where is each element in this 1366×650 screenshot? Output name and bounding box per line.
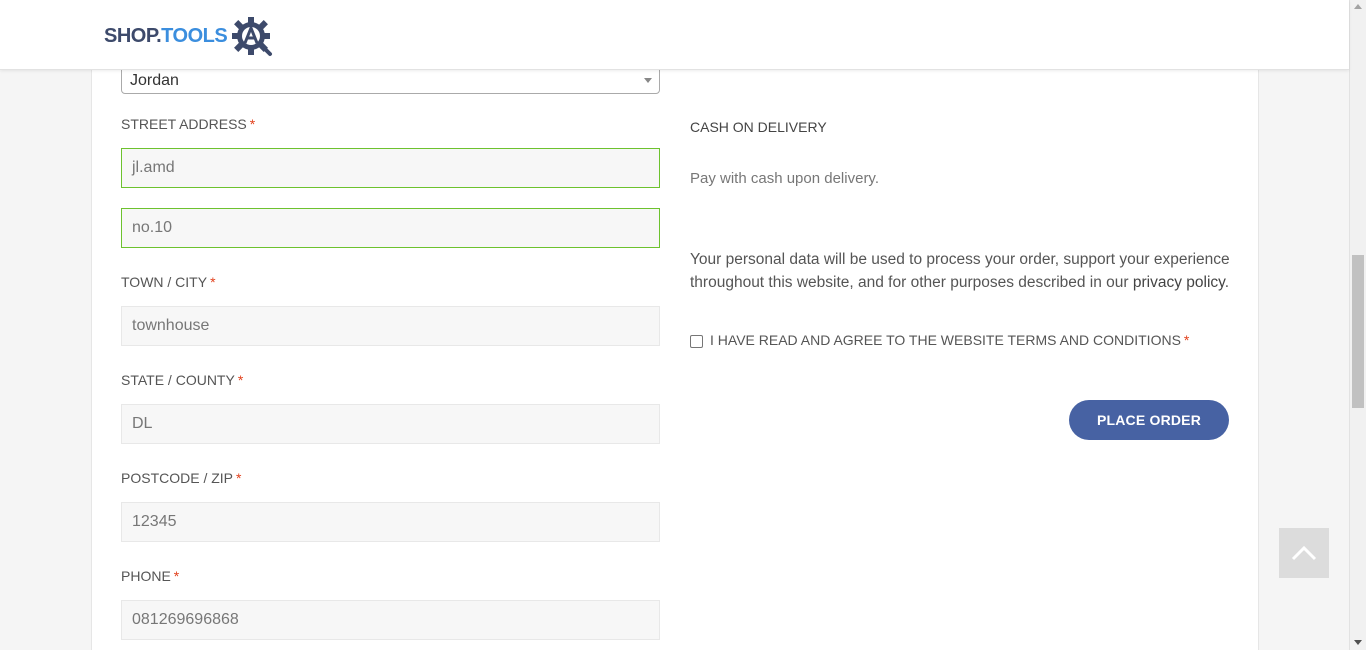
logo-text-tools: TOOLS [161,24,228,47]
street-address-line1-value: jl.amd [132,159,175,176]
street-address-line2-value: no.10 [132,219,173,236]
logo-text-shop: SHOP. [104,24,162,47]
street-address-label: STREET ADDRESS * [121,116,255,132]
state-county-label: STATE / COUNTY * [121,372,243,388]
chevron-down-icon [644,78,652,83]
street-address-line1-input[interactable]: jl.amd [121,148,660,188]
privacy-notice: Your personal data will be used to proce… [690,248,1230,294]
phone-value: 081269696868 [132,611,239,628]
required-mark: * [237,372,244,388]
street-address-label-text: STREET ADDRESS [121,116,247,132]
required-mark: * [210,274,216,290]
gear-a-icon [232,17,273,56]
terms-checkbox[interactable] [690,335,703,348]
page-scrollbar[interactable] [1349,0,1366,650]
town-city-input[interactable]: townhouse [121,306,660,346]
state-county-value: DL [132,415,153,432]
postcode-label-text: POSTCODE / ZIP [121,470,234,486]
terms-agreement: I HAVE READ AND AGREE TO THE WEBSITE TER… [690,332,1189,348]
postcode-label: POSTCODE / ZIP * [121,470,241,486]
required-mark: * [236,470,242,486]
phone-input[interactable]: 081269696868 [121,600,660,640]
postcode-input[interactable]: 12345 [121,502,660,542]
phone-label-text: PHONE [121,568,171,584]
town-city-label-text: TOWN / CITY [121,274,208,290]
place-order-button[interactable]: PLACE ORDER [1069,400,1229,440]
terms-label: I HAVE READ AND AGREE TO THE WEBSITE TER… [710,332,1181,348]
payment-method-description: Pay with cash upon delivery. [690,170,879,187]
postcode-value: 12345 [132,513,177,530]
required-mark: * [249,116,256,132]
scrollbar-thumb[interactable] [1352,255,1364,408]
required-mark: * [1183,332,1190,348]
chevron-up-icon [1291,545,1317,561]
scroll-up-arrow-icon[interactable] [1354,4,1362,9]
site-header: SHOP. TOOLS [0,0,1349,70]
state-county-label-text: STATE / COUNTY [121,372,235,388]
country-select[interactable]: Jordan [121,66,660,94]
town-city-label: TOWN / CITY * [121,274,216,290]
state-county-input[interactable]: DL [121,404,660,444]
phone-label: PHONE * [121,568,179,584]
town-city-value: townhouse [132,317,210,334]
privacy-notice-end: . [1224,274,1230,291]
scroll-down-arrow-icon[interactable] [1354,640,1362,645]
payment-method-title: CASH ON DELIVERY [690,119,827,135]
country-select-value: Jordan [130,72,179,89]
site-logo[interactable]: SHOP. TOOLS [104,14,275,58]
street-address-line2-input[interactable]: no.10 [121,208,660,248]
back-to-top-button[interactable] [1279,528,1329,578]
required-mark: * [173,568,180,584]
privacy-policy-link[interactable]: privacy policy [1133,274,1225,291]
